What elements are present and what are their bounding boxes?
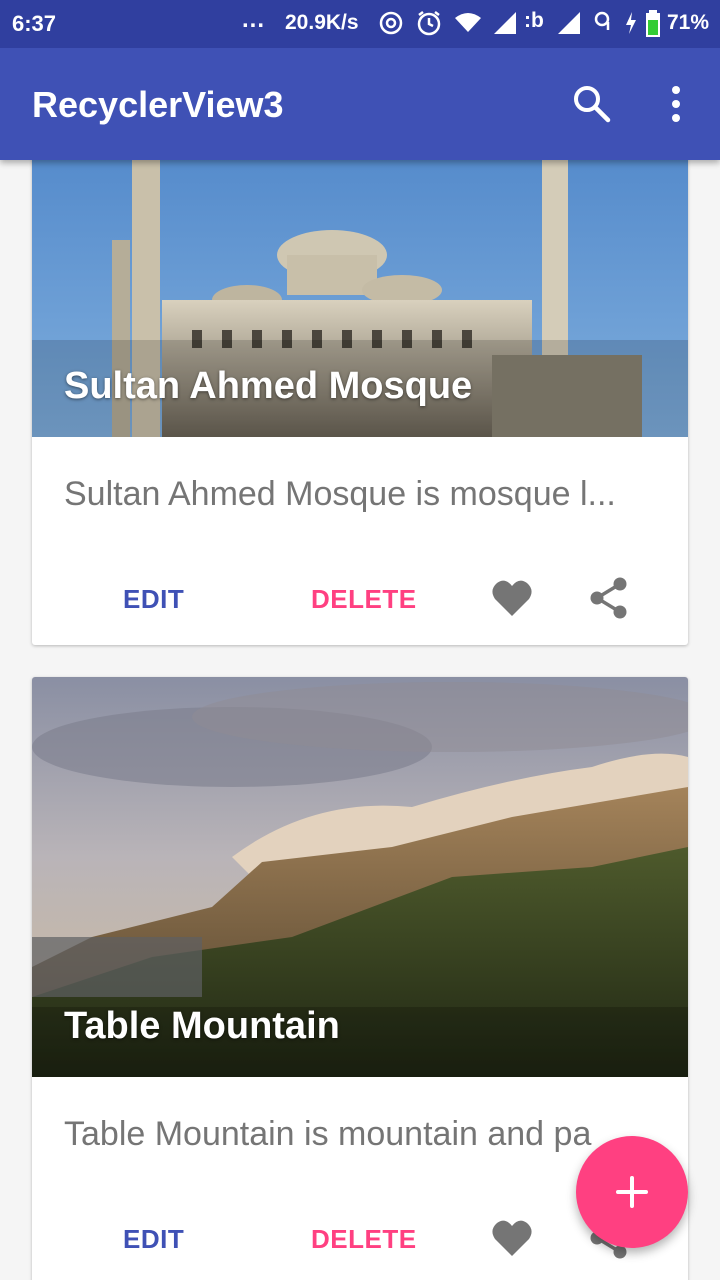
network-speed: 20.9K/s <box>285 11 359 34</box>
wifi-icon <box>454 10 482 41</box>
status-bar: 6:37 ... 20.9K/s :b 71% <box>0 0 720 48</box>
delete-button[interactable]: DELETE <box>311 584 417 615</box>
status-time: 6:37 <box>12 11 57 36</box>
favorite-icon[interactable] <box>491 1218 533 1263</box>
card-description: Sultan Ahmed Mosque is mosque l... <box>64 475 616 513</box>
delete-button[interactable]: DELETE <box>311 1224 417 1255</box>
app-bar: RecyclerView3 <box>0 48 720 160</box>
card-title: Table Mountain <box>64 1005 340 1047</box>
card-item: Sultan Ahmed Mosque Sultan Ahmed Mosque … <box>32 160 688 645</box>
card-list[interactable]: Sultan Ahmed Mosque Sultan Ahmed Mosque … <box>0 160 720 1280</box>
charging-icon <box>624 10 638 41</box>
card-description: Table Mountain is mountain and pa <box>64 1115 592 1153</box>
add-fab-button[interactable] <box>576 1136 688 1248</box>
battery-icon <box>645 10 661 43</box>
status-dots: ... <box>242 6 266 33</box>
edit-button[interactable]: EDIT <box>123 584 184 615</box>
card-title: Sultan Ahmed Mosque <box>64 365 473 407</box>
data-icon <box>594 10 616 41</box>
sync-icon <box>378 10 404 41</box>
favorite-icon[interactable] <box>491 578 533 623</box>
carrier-label: :b <box>524 9 544 32</box>
battery-percent: 71% <box>667 11 710 34</box>
signal-icon-2 <box>556 10 582 41</box>
alarm-icon <box>416 10 442 41</box>
signal-icon <box>492 10 518 41</box>
search-icon[interactable] <box>572 84 612 129</box>
edit-button[interactable]: EDIT <box>123 1224 184 1255</box>
plus-icon <box>616 1176 648 1208</box>
more-vert-icon[interactable] <box>666 86 686 127</box>
app-title: RecyclerView3 <box>32 84 284 125</box>
share-icon[interactable] <box>589 577 629 624</box>
